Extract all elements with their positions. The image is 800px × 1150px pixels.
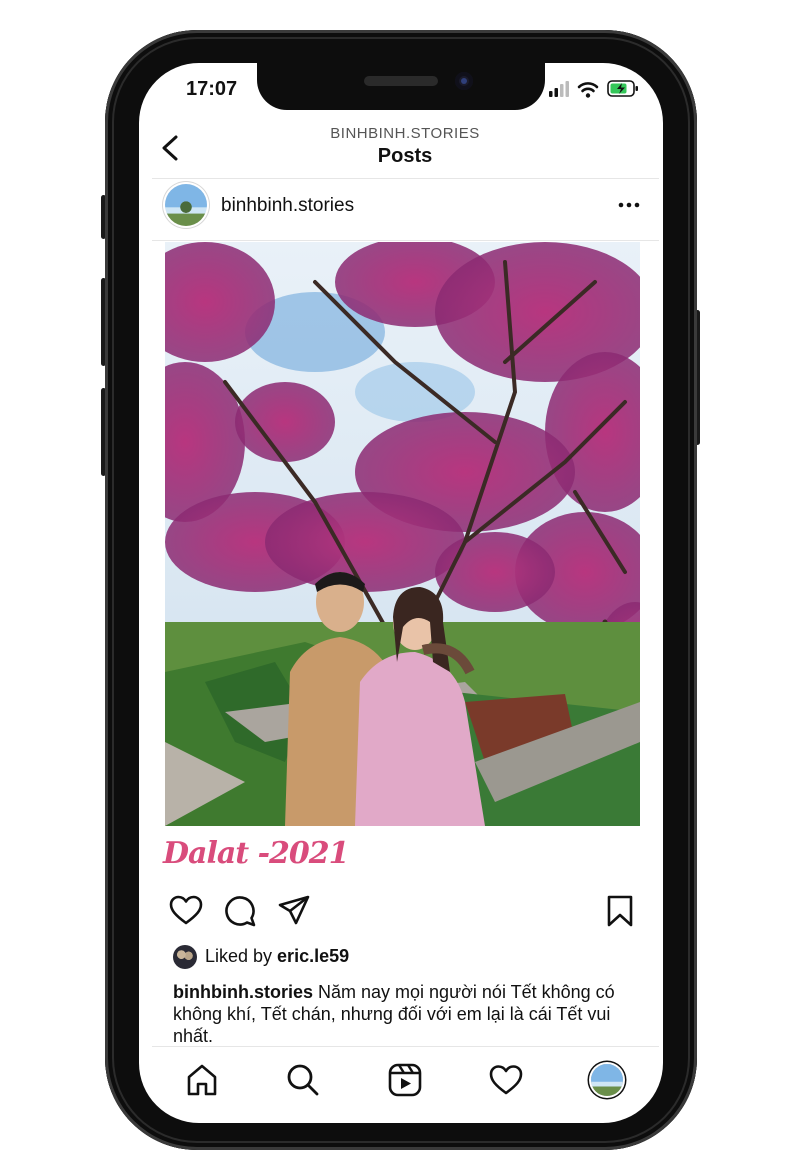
front-camera	[455, 72, 473, 90]
cellular-signal-icon	[549, 81, 569, 97]
post-header-divider	[152, 240, 659, 241]
search-icon[interactable]	[285, 1062, 321, 1098]
wifi-icon	[577, 82, 599, 98]
header-divider	[152, 178, 659, 179]
comment-icon[interactable]	[223, 894, 257, 928]
activity-heart-icon[interactable]	[488, 1062, 524, 1098]
speaker	[364, 76, 438, 86]
like-heart-icon[interactable]	[169, 894, 203, 928]
profile-tab-avatar[interactable]	[591, 1064, 623, 1096]
profile-avatar[interactable]	[165, 184, 207, 226]
post-username[interactable]: binhbinh.stories	[221, 195, 354, 217]
status-icons	[549, 80, 638, 98]
save-bookmark-icon[interactable]	[603, 894, 637, 928]
page-title: Posts	[377, 145, 433, 167]
liked-by-user[interactable]: eric.le59	[277, 946, 349, 966]
photo-overlay-caption: Dalat -2021	[163, 836, 350, 871]
liked-by-prefix: Liked by	[205, 946, 278, 966]
battery-icon	[607, 80, 638, 97]
reels-icon[interactable]	[387, 1062, 423, 1098]
post-photo[interactable]	[165, 242, 640, 826]
home-icon[interactable]	[184, 1062, 220, 1098]
caption-username[interactable]: binhbinh.stories	[173, 982, 313, 1002]
tabbar-divider	[152, 1046, 659, 1047]
more-options-icon[interactable]	[618, 198, 640, 212]
post-caption: binhbinh.stories Năm nay mọi người nói T…	[173, 981, 643, 1047]
status-time: 17:07	[186, 78, 238, 100]
share-send-icon[interactable]	[277, 894, 311, 928]
liked-by-text[interactable]: Liked by eric.le59	[205, 946, 349, 967]
account-name-label: BINHBINH.STORIES	[330, 125, 480, 142]
liked-by-avatar[interactable]	[173, 945, 197, 969]
